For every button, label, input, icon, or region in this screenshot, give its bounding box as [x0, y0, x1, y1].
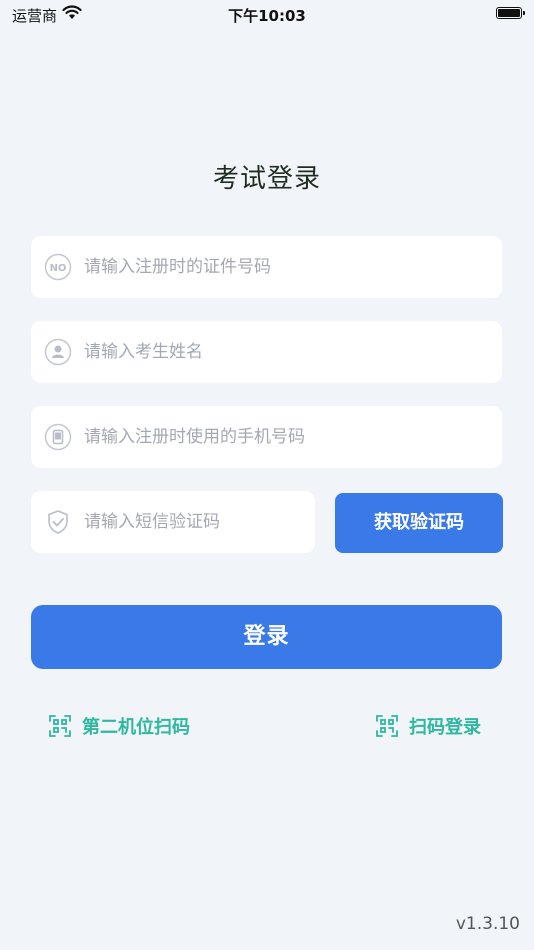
qr-scan-icon: [48, 714, 72, 738]
status-time: 下午10:03: [228, 7, 306, 25]
page-title: 考试登录: [212, 164, 321, 194]
version-label: v1.3.10: [455, 914, 520, 934]
battery-icon: [496, 7, 525, 19]
shield-check-icon: [44, 508, 72, 536]
sms-code-placeholder: 请输入短信验证码: [84, 512, 220, 532]
login-button[interactable]: 登录: [31, 605, 502, 669]
name-field[interactable]: 请输入考生姓名: [31, 321, 502, 383]
second-camera-scan-link[interactable]: 第二机位扫码: [48, 712, 190, 740]
id-number-field[interactable]: NO 请输入注册时的证件号码: [31, 236, 502, 298]
name-placeholder: 请输入考生姓名: [84, 342, 203, 362]
qr-scan-icon: [375, 714, 399, 738]
sms-code-field[interactable]: 请输入短信验证码: [31, 491, 315, 553]
get-code-button[interactable]: 获取验证码: [335, 493, 503, 553]
scan-login-link[interactable]: 扫码登录: [375, 712, 481, 740]
id-number-placeholder: 请输入注册时的证件号码: [84, 257, 271, 277]
phone-icon: [44, 423, 72, 451]
svg-text:NO: NO: [50, 263, 67, 274]
second-camera-scan-label: 第二机位扫码: [82, 717, 190, 738]
person-icon: [44, 338, 72, 366]
status-bar: 运营商 下午10:03: [0, 0, 534, 28]
scan-login-label: 扫码登录: [409, 717, 481, 738]
id-card-no-icon: NO: [44, 253, 72, 281]
phone-placeholder: 请输入注册时使用的手机号码: [84, 427, 305, 447]
phone-field[interactable]: 请输入注册时使用的手机号码: [31, 406, 502, 468]
